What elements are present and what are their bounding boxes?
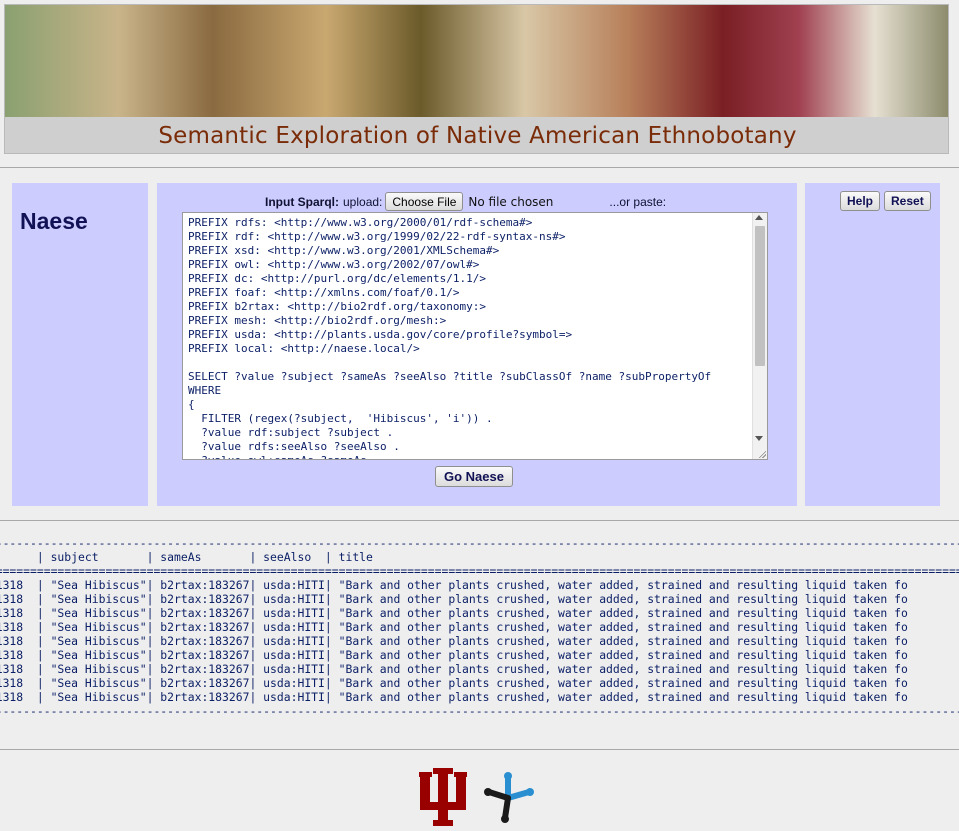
left-panel: Naese [12,183,148,506]
top-divider [0,167,959,168]
results-rule-top: ----------------------------------------… [0,536,959,550]
table-row: :11318 | "Sea Hibiscus"| b2rtax:183267| … [0,578,908,592]
middle-divider [0,520,959,521]
reset-button[interactable]: Reset [884,191,931,211]
right-panel: Help Reset [805,183,940,506]
help-button[interactable]: Help [840,191,881,211]
paste-label: ...or paste: [609,194,667,209]
banner-title-bar: Semantic Exploration of Native American … [5,117,948,153]
results-rule-bottom: ----------------------------------------… [0,704,959,718]
indiana-university-trident-icon [419,768,467,826]
table-row: :11318 | "Sea Hibiscus"| b2rtax:183267| … [0,676,908,690]
table-row: :11318 | "Sea Hibiscus"| b2rtax:183267| … [0,662,908,676]
site-banner: Semantic Exploration of Native American … [4,4,949,154]
query-scrollbar[interactable] [752,213,767,459]
bio2rdf-molecule-icon [484,772,534,823]
table-row: :11318 | "Sea Hibiscus"| b2rtax:183267| … [0,648,908,662]
results-text: ----------------------------------------… [0,536,959,718]
go-naese-button[interactable]: Go Naese [435,466,513,487]
table-row: :11318 | "Sea Hibiscus"| b2rtax:183267| … [0,620,908,634]
file-status: No file chosen [468,194,554,209]
choose-file-button[interactable]: Choose File [385,192,464,211]
footer [0,750,959,831]
scroll-down-arrow-icon[interactable] [755,436,763,441]
table-row: :11318 | "Sea Hibiscus"| b2rtax:183267| … [0,592,908,606]
upload-label: upload: [343,194,383,209]
app-name: Naese [20,208,88,234]
scroll-thumb[interactable] [755,226,765,366]
sparql-query-text[interactable]: PREFIX rdfs: <http://www.w3.org/2000/01/… [183,213,767,459]
table-row: :11318 | "Sea Hibiscus"| b2rtax:183267| … [0,690,908,704]
sparql-query-textarea[interactable]: PREFIX rdfs: <http://www.w3.org/2000/01/… [182,212,768,460]
results-header-row: | subject | sameAs | seeAlso | title [0,550,373,564]
scroll-up-arrow-icon[interactable] [755,215,763,220]
input-row: Input Sparql: upload: Choose File No fil… [265,192,666,211]
input-sparql-label: Input Sparql: [265,194,339,209]
site-title: Semantic Exploration of Native American … [158,123,797,149]
banner-plant-collage [5,5,948,117]
resize-grip-icon[interactable] [758,450,766,458]
table-row: :11318 | "Sea Hibiscus"| b2rtax:183267| … [0,634,908,648]
results-rule-header: ========================================… [0,564,959,578]
table-row: :11318 | "Sea Hibiscus"| b2rtax:183267| … [0,606,908,620]
results-table: ----------------------------------------… [0,530,959,720]
query-panel: Input Sparql: upload: Choose File No fil… [157,183,797,506]
